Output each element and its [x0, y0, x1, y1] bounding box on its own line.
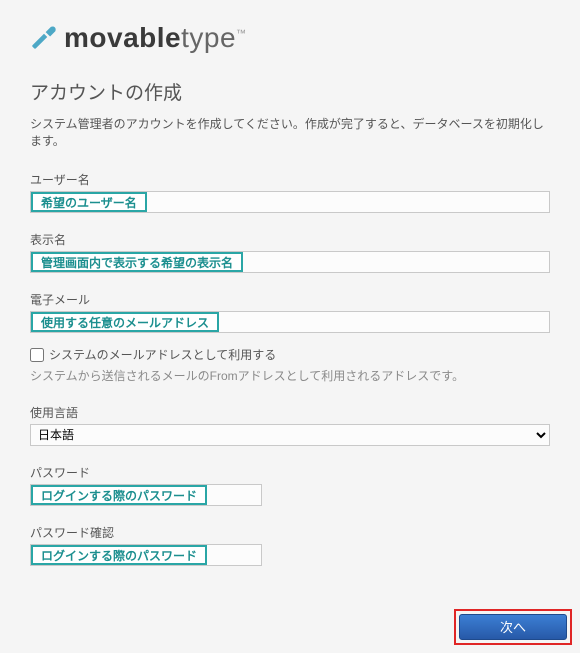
logo-text-bold: movable: [64, 22, 181, 53]
password-label: パスワード: [30, 464, 550, 481]
system-email-checkbox[interactable]: [30, 348, 44, 362]
password-input[interactable]: [30, 484, 262, 506]
system-email-checkbox-row: システムのメールアドレスとして利用する: [30, 346, 550, 363]
logo-text-light: type: [181, 22, 236, 53]
email-input[interactable]: [30, 311, 550, 333]
displayname-input[interactable]: [30, 251, 550, 273]
field-password: パスワード ログインする際のパスワード: [30, 464, 550, 506]
field-username: ユーザー名 希望のユーザー名: [30, 171, 550, 213]
next-button-highlight: 次へ: [454, 609, 572, 645]
field-language: 使用言語 日本語: [30, 404, 550, 446]
language-label: 使用言語: [30, 404, 550, 421]
system-email-help-text: システムから送信されるメールのFromアドレスとして利用されるアドレスです。: [30, 367, 550, 384]
username-input[interactable]: [30, 191, 550, 213]
field-password-confirm: パスワード確認 ログインする際のパスワード: [30, 524, 550, 566]
trademark-icon: ™: [236, 29, 247, 40]
username-label: ユーザー名: [30, 171, 550, 188]
page-description: システム管理者のアカウントを作成してください。作成が完了すると、データベースを初…: [30, 115, 550, 149]
field-displayname: 表示名 管理画面内で表示する希望の表示名: [30, 231, 550, 273]
password-confirm-label: パスワード確認: [30, 524, 550, 541]
email-label: 電子メール: [30, 291, 550, 308]
language-select[interactable]: 日本語: [30, 424, 550, 446]
password-confirm-input[interactable]: [30, 544, 262, 566]
wrench-icon: [30, 23, 58, 54]
footer-actions: 次へ: [454, 609, 572, 645]
displayname-label: 表示名: [30, 231, 550, 248]
app-logo: movabletype™: [30, 22, 550, 54]
logo-text: movabletype™: [64, 22, 247, 54]
system-email-checkbox-label: システムのメールアドレスとして利用する: [49, 346, 276, 363]
field-email: 電子メール 使用する任意のメールアドレス: [30, 291, 550, 333]
page-title: アカウントの作成: [30, 78, 550, 105]
next-button[interactable]: 次へ: [459, 614, 567, 640]
